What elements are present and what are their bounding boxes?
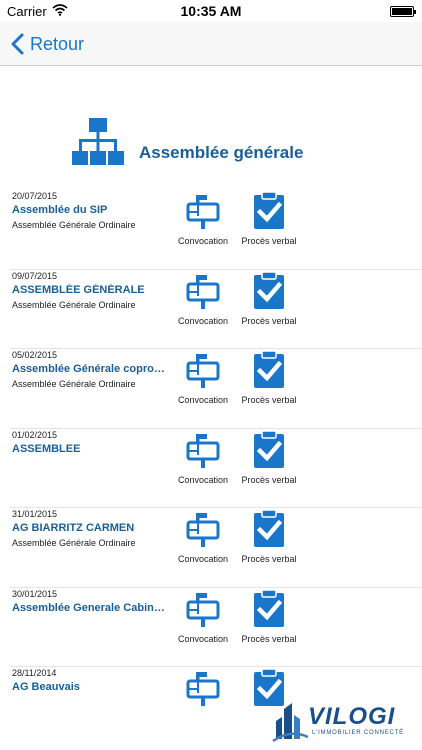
proces-verbal-button[interactable]: Procès verbal — [234, 430, 304, 487]
back-label: Retour — [30, 33, 85, 54]
meeting-date: 01/02/2015 — [12, 429, 58, 440]
proces-verbal-button[interactable]: Procès verbal — [234, 351, 304, 407]
meeting-title[interactable]: ASSEMBLÉE GÉNÉRALE — [12, 284, 167, 296]
meeting-date: 09/07/2015 — [12, 270, 58, 281]
convocation-label: Convocation — [177, 633, 229, 644]
convocation-button[interactable]: Convocation — [168, 510, 238, 566]
clipboard-check-icon — [254, 589, 284, 627]
convocation-label: Convocation — [177, 236, 229, 246]
proces-verbal-label: Procès verbal — [241, 395, 297, 405]
org-chart-icon — [72, 118, 124, 175]
proces-verbal-label: Procès verbal — [241, 315, 297, 326]
meeting-title[interactable]: AG BIARRITZ CARMEN — [12, 522, 167, 534]
proces-verbal-label: Procès verbal — [241, 236, 297, 246]
list-item: 30/01/2015 Assemblée Generale Cabinet… C… — [0, 588, 422, 667]
list-item: 31/01/2015 AG BIARRITZ CARMEN Assemblée … — [0, 508, 422, 588]
convocation-label: Convocation — [177, 474, 229, 485]
meeting-type: Assemblée Générale Ordinaire — [12, 538, 136, 548]
status-bar: Carrier 10:35 AM — [0, 0, 422, 22]
meeting-list: 20/07/2015 Assemblée du SIP Assemblée Gé… — [0, 190, 422, 747]
convocation-button[interactable] — [168, 669, 238, 725]
convocation-button[interactable]: Convocation — [168, 351, 238, 407]
meeting-date: 28/11/2014 — [12, 668, 57, 678]
mailbox-icon — [186, 433, 220, 468]
meeting-date: 20/07/2015 — [12, 191, 58, 201]
proces-verbal-button[interactable]: Procès verbal — [234, 589, 304, 646]
meeting-title[interactable]: ASSEMBLEE — [12, 443, 167, 455]
convocation-label: Convocation — [177, 554, 229, 564]
clipboard-check-icon — [254, 430, 284, 468]
page-title: Assemblée générale — [139, 143, 304, 162]
list-item: 05/02/2015 Assemblée Générale copropri… … — [0, 349, 422, 429]
navigation-bar: Retour — [0, 22, 422, 66]
convocation-button[interactable]: Convocation — [168, 590, 238, 646]
list-item: 20/07/2015 Assemblée du SIP Assemblée Gé… — [0, 190, 422, 270]
meeting-title[interactable]: Assemblée Generale Cabinet… — [12, 602, 167, 614]
mailbox-icon — [186, 354, 220, 388]
meeting-title[interactable]: Assemblée Générale copropri… — [12, 363, 167, 375]
meeting-date: 31/01/2015 — [12, 509, 58, 519]
meeting-title[interactable]: Assemblée du SIP — [12, 204, 167, 216]
section-header: Assemblée générale — [0, 114, 422, 174]
chevron-left-icon — [10, 33, 24, 55]
proces-verbal-button[interactable]: Procès verbal — [234, 510, 304, 566]
meeting-date: 30/01/2015 — [12, 588, 58, 599]
meeting-type: Assemblée Générale Ordinaire — [12, 379, 136, 389]
convocation-button[interactable]: Convocation — [168, 431, 238, 487]
mailbox-icon — [186, 274, 220, 309]
battery-icon — [390, 6, 416, 17]
convocation-label: Convocation — [177, 315, 229, 326]
mailbox-icon — [186, 195, 220, 229]
clipboard-check-icon — [254, 351, 284, 388]
convocation-button[interactable]: Convocation — [168, 272, 238, 328]
clipboard-check-icon — [254, 510, 284, 547]
mailbox-icon — [186, 513, 220, 547]
proces-verbal-label: Procès verbal — [241, 554, 297, 564]
clock: 10:35 AM — [180, 3, 242, 19]
meeting-date: 05/02/2015 — [12, 350, 58, 360]
meeting-title[interactable]: AG Beauvais — [12, 681, 167, 693]
back-button[interactable]: Retour — [10, 30, 84, 58]
list-item: 01/02/2015 ASSEMBLEE Convocation Procès … — [0, 429, 422, 508]
meeting-type: Assemblée Générale Ordinaire — [12, 299, 136, 310]
proces-verbal-label: Procès verbal — [241, 474, 297, 485]
convocation-label: Convocation — [177, 395, 229, 405]
proces-verbal-label: Procès verbal — [241, 633, 297, 644]
meeting-type: Assemblée Générale Ordinaire — [12, 220, 136, 230]
list-item: 09/07/2015 ASSEMBLÉE GÉNÉRALE Assemblée … — [0, 270, 422, 349]
mailbox-icon — [186, 592, 220, 627]
proces-verbal-button[interactable]: Procès verbal — [234, 271, 304, 328]
convocation-button[interactable]: Convocation — [168, 192, 238, 248]
logo-text: VILOGI — [308, 703, 396, 730]
building-logo-icon — [272, 703, 308, 743]
clipboard-check-icon — [254, 192, 284, 229]
clipboard-check-icon — [254, 271, 284, 309]
logo-tagline: L'IMMOBILIER CONNECTÉ — [312, 730, 404, 736]
mailbox-icon — [186, 672, 220, 706]
vilogi-logo: VILOGI L'IMMOBILIER CONNECTÉ — [272, 697, 412, 745]
proces-verbal-button[interactable]: Procès verbal — [234, 192, 304, 248]
